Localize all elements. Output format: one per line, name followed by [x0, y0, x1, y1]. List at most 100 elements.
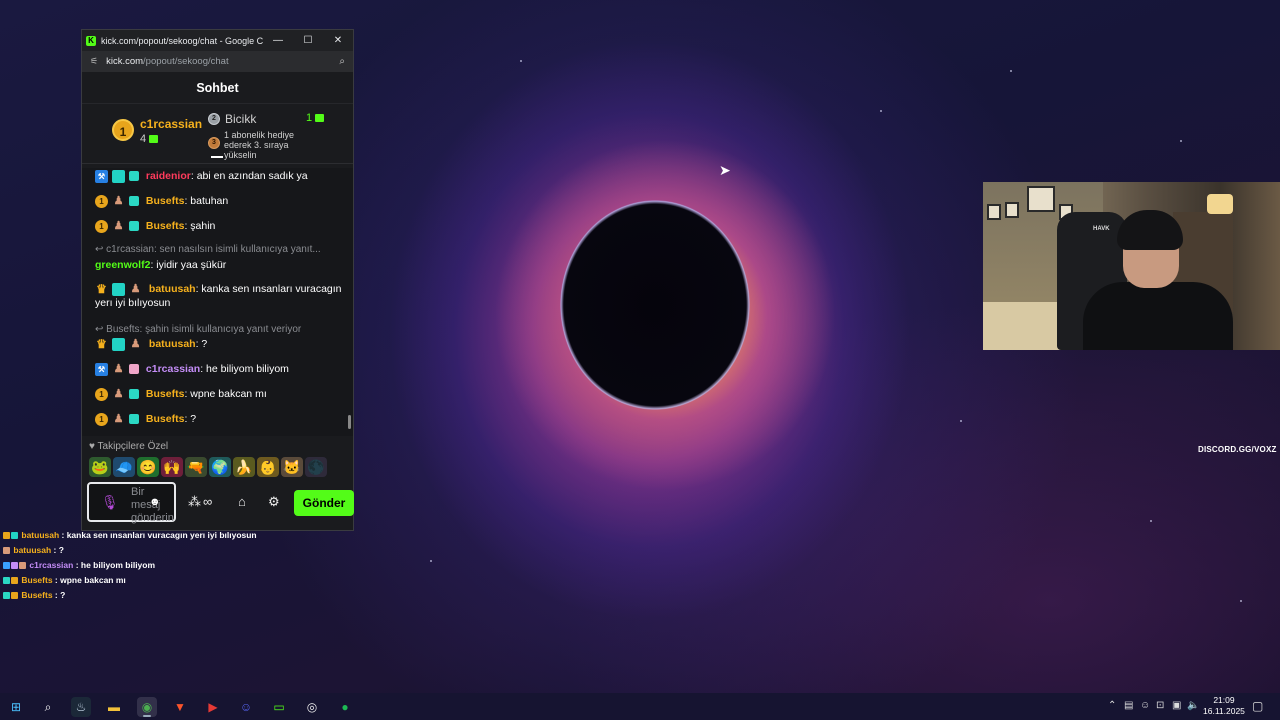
- chat-username[interactable]: batuusah: [149, 338, 196, 350]
- address-bar[interactable]: ⚟ kick.com /popout/sekoog/chat ⌕: [82, 51, 353, 72]
- followers-only-text: Takipçilere Özel: [97, 441, 169, 452]
- chat-username[interactable]: raidenior: [146, 170, 191, 182]
- store-icon[interactable]: ⌂: [238, 494, 246, 509]
- close-icon[interactable]: ✕: [323, 35, 353, 46]
- chat-text: : ?: [184, 413, 197, 425]
- chat-message: 1 ♟ Busefts: ?: [95, 412, 345, 426]
- webcam-lamp: [1207, 194, 1233, 214]
- moderator-badge-icon: ⚒: [95, 362, 108, 376]
- infinity-icon[interactable]: ∞: [203, 494, 212, 509]
- emote-banana-icon[interactable]: 🍌: [233, 457, 255, 477]
- chat-message: ♛ ♟ batuusah: ?: [95, 337, 345, 351]
- settings-gear-icon[interactable]: ⚙: [268, 494, 280, 510]
- chat-popup-window: K kick.com/popout/sekoog/chat - Google C…: [81, 29, 354, 531]
- leaderboard-first-name[interactable]: c1rcassian: [140, 117, 202, 131]
- emote-gun-icon[interactable]: 🔫: [185, 457, 207, 477]
- chat-username[interactable]: Busefts: [146, 413, 185, 425]
- chat-username[interactable]: Busefts: [146, 220, 185, 232]
- overlay-username: Busefts: [21, 590, 53, 600]
- emote-hat-icon[interactable]: 🧢: [113, 457, 135, 477]
- sub-badge-icon: [11, 532, 18, 540]
- emote-dark-icon[interactable]: 🌑: [305, 457, 327, 477]
- overlay-chat-line: Busefts : ?: [3, 588, 257, 603]
- obs-icon[interactable]: ◎: [302, 697, 322, 717]
- site-settings-icon[interactable]: ⚟: [90, 56, 98, 67]
- gift-badge-icon: [129, 414, 139, 425]
- spotify-icon[interactable]: ●: [335, 697, 355, 717]
- send-button[interactable]: Gönder: [294, 490, 354, 516]
- minimize-icon[interactable]: —: [263, 35, 293, 46]
- streamer-body: [1083, 282, 1233, 350]
- tray-chevron-up-icon[interactable]: ⌃: [1108, 700, 1116, 711]
- zoom-icon[interactable]: ⌕: [339, 56, 345, 67]
- crown-badge-icon: ♛: [96, 281, 107, 296]
- volume-icon[interactable]: 🔈: [1187, 700, 1199, 711]
- discord-icon[interactable]: ☺: [236, 697, 256, 717]
- tray-app-icon[interactable]: ▤: [1124, 700, 1133, 711]
- url-host: kick.com: [106, 56, 144, 67]
- star: [1150, 520, 1152, 522]
- gift-badge-icon: [129, 389, 139, 400]
- emoji-icon[interactable]: ☻: [149, 496, 161, 508]
- emote-baby-icon[interactable]: 👶: [257, 457, 279, 477]
- overlay-chat-line: batuusah : ?: [3, 543, 257, 558]
- brave-icon[interactable]: ▼: [170, 697, 190, 717]
- file-explorer-icon[interactable]: ▬: [104, 697, 124, 717]
- og-badge-icon: [11, 592, 18, 600]
- chat-username[interactable]: batuusah: [149, 283, 196, 295]
- chat-scrollbar[interactable]: [348, 415, 351, 429]
- tray-discord-icon[interactable]: ☺: [1140, 700, 1150, 711]
- chat-message-list: ⚒ raidenior: abi en azından sadık ya 1 ♟ …: [82, 168, 353, 436]
- search-icon[interactable]: ⌕: [38, 697, 58, 717]
- chat-username[interactable]: c1rcassian: [146, 363, 200, 375]
- chat-message-input[interactable]: 🎙 Bir mesaj gönderin ☻: [87, 482, 176, 524]
- chat-username[interactable]: Busefts: [146, 195, 185, 207]
- emote-cat-icon[interactable]: 🐱: [281, 457, 303, 477]
- person-badge-icon: ♟: [130, 337, 141, 350]
- media-player-icon[interactable]: ▶: [203, 697, 223, 717]
- emote-pepe-icon[interactable]: 🐸: [89, 457, 111, 477]
- maximize-icon[interactable]: ☐: [293, 35, 323, 46]
- overlay-username: c1rcassian: [29, 560, 74, 570]
- windows-start-icon[interactable]: ⊞: [6, 697, 26, 717]
- person-badge-icon: ♟: [130, 282, 141, 295]
- webcam-feed: HAVK: [983, 182, 1280, 350]
- gift-leaderboard: 1 c1rcassian 4 2 Bicikk 1 3 1 abonelik h…: [82, 104, 353, 164]
- chat-username[interactable]: Busefts: [146, 388, 185, 400]
- og-badge-icon: [11, 577, 18, 585]
- emote-globe-icon[interactable]: 🌍: [209, 457, 231, 477]
- url-path: /popout/sekoog/chat: [143, 56, 229, 67]
- chat-message: 1 ♟ Busefts: wpne bakcan mı: [95, 387, 345, 401]
- chrome-icon[interactable]: ◉: [137, 697, 157, 717]
- crown-badge-icon: [3, 532, 10, 540]
- overlay-username: batuusah: [13, 545, 52, 555]
- reply-text: c1rcassian: sen nasılsın isimli kullanıc…: [106, 244, 321, 255]
- overlay-chat-line: c1rcassian : he biliyom biliyom: [3, 558, 257, 573]
- star: [880, 110, 882, 112]
- star: [1180, 140, 1182, 142]
- og-badge-icon: 1: [95, 412, 108, 426]
- collapse-handle-icon[interactable]: [211, 156, 223, 158]
- tray-obs-icon[interactable]: ⊡: [1156, 700, 1164, 711]
- gift-icon: [149, 135, 159, 144]
- taskbar-clock[interactable]: 21:09 16.11.2025: [1203, 695, 1245, 717]
- share-icon[interactable]: ⁂: [188, 494, 201, 510]
- microphone-icon[interactable]: 🎙: [101, 494, 119, 510]
- gift-badge-icon: [129, 221, 139, 232]
- reply-context[interactable]: ↩ c1rcassian: sen nasılsın isimli kullan…: [95, 243, 321, 257]
- gift-badge-icon: [3, 577, 10, 585]
- window-titlebar[interactable]: K kick.com/popout/sekoog/chat - Google C…: [82, 30, 353, 51]
- person-badge-icon: ♟: [113, 362, 124, 375]
- og-badge-icon: 1: [95, 387, 108, 401]
- emote-hands-icon[interactable]: 🙌: [161, 457, 183, 477]
- leaderboard-second-name[interactable]: Bicikk: [225, 112, 256, 126]
- chat-username[interactable]: greenwolf2: [95, 259, 150, 271]
- terminal-icon[interactable]: ▭: [269, 697, 289, 717]
- network-icon[interactable]: ▣: [1172, 700, 1181, 711]
- steam-icon[interactable]: ♨: [71, 697, 91, 717]
- reply-context[interactable]: ↩ Busefts: şahin isimli kullanıcıya yanı…: [95, 323, 301, 337]
- overlay-text: : kanka sen ınsanları vuracagın yerı iyi…: [59, 530, 257, 540]
- notification-icon[interactable]: ▢: [1252, 699, 1263, 713]
- sub-badge-icon: [112, 282, 125, 296]
- emote-green-face-icon[interactable]: 😊: [137, 457, 159, 477]
